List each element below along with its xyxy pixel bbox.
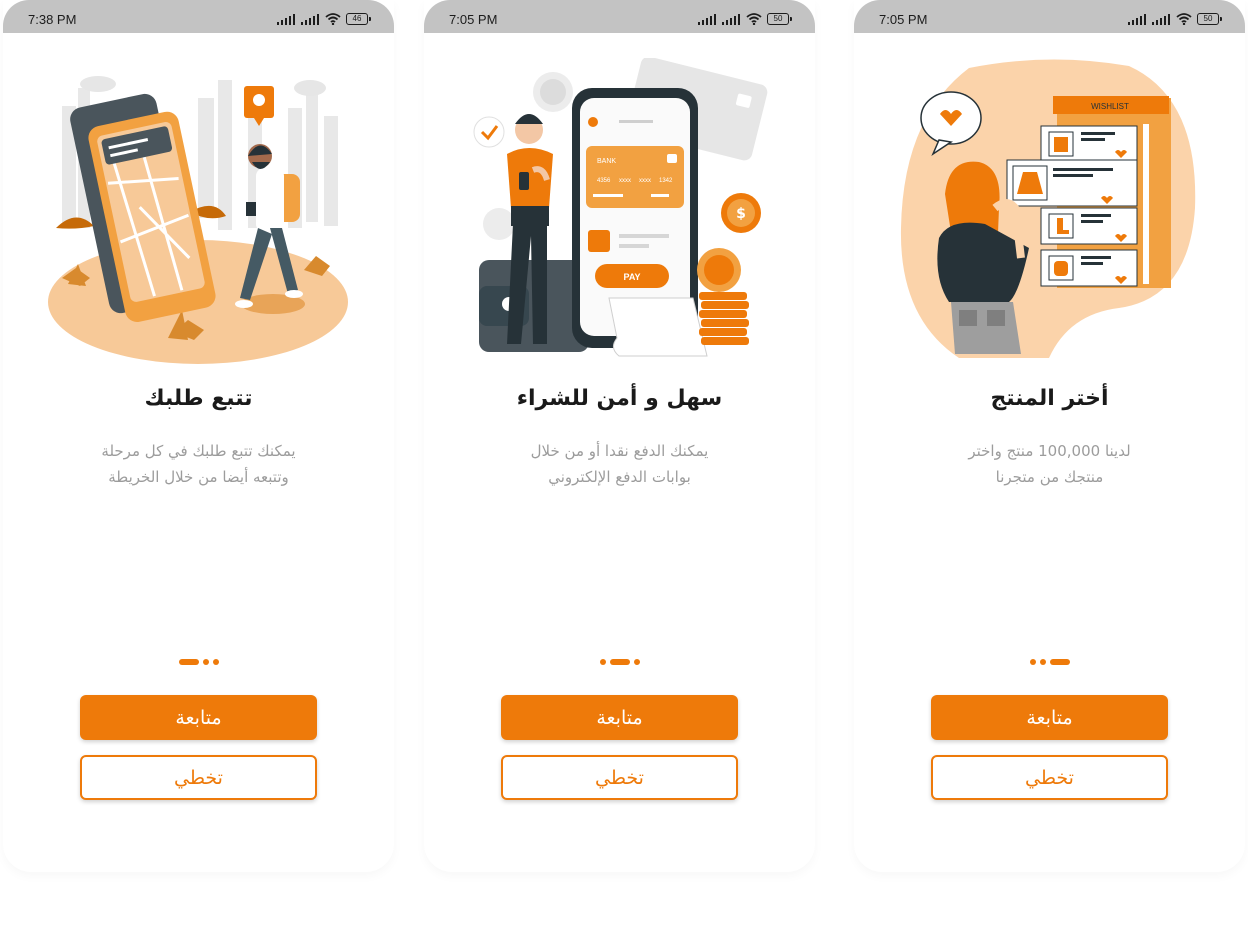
onboarding-screen-track-order: 7:38 PM 46 تتبع طلبك يمكنك تتبع طلبك في … xyxy=(3,0,394,872)
signal-icon xyxy=(301,13,319,25)
card-number: xxxx xyxy=(639,178,651,184)
description-line: يمكنك تتبع طلبك في كل مرحلة xyxy=(101,442,296,460)
wifi-icon xyxy=(746,13,762,25)
signal-icon xyxy=(1152,13,1170,25)
description-line: يمكنك الدفع نقدا أو من خلال xyxy=(530,442,709,460)
wishlist-illustration: WISHLIST xyxy=(900,59,1196,358)
skip-button[interactable]: تخطي xyxy=(931,755,1168,800)
description-line: بوابات الدفع الإلكتروني xyxy=(548,468,691,486)
system-icons: 50 xyxy=(698,12,792,26)
screen-description: لدينا 100,000 منتج واختر منتجك من متجرنا xyxy=(894,438,1205,490)
continue-button[interactable]: متابعة xyxy=(80,695,317,740)
pay-button-label: PAY xyxy=(623,272,640,282)
onboarding-screen-secure-payment: 7:05 PM 50 BANK 4356 xxxx xxxx 1342 PAY … xyxy=(424,0,815,872)
page-dot xyxy=(202,659,209,665)
skip-button[interactable]: تخطي xyxy=(80,755,317,800)
description-line: لدينا 100,000 منتج واختر xyxy=(968,442,1131,460)
signal-icon xyxy=(277,13,295,25)
system-icons: 46 xyxy=(277,12,371,26)
description-line: وتتبعه أيضا من خلال الخريطة xyxy=(108,468,289,486)
continue-button[interactable]: متابعة xyxy=(501,695,738,740)
status-time: 7:05 PM xyxy=(449,12,498,27)
battery-icon: 46 xyxy=(346,13,371,25)
skip-button[interactable]: تخطي xyxy=(501,755,738,800)
battery-icon: 50 xyxy=(1197,13,1222,25)
card-bank-label: BANK xyxy=(597,158,616,165)
svg-text:$: $ xyxy=(736,206,746,222)
screen-title: أختر المنتج xyxy=(990,386,1109,411)
screen-title: تتبع طلبك xyxy=(144,386,253,411)
status-time: 7:05 PM xyxy=(879,12,928,27)
signal-icon xyxy=(722,13,740,25)
continue-button[interactable]: متابعة xyxy=(931,695,1168,740)
status-bar: 7:38 PM 46 xyxy=(3,0,394,33)
page-dot xyxy=(1029,659,1036,665)
screen-description: يمكنك الدفع نقدا أو من خلال بوابات الدفع… xyxy=(464,438,775,490)
card-number: 1342 xyxy=(659,178,673,184)
status-bar: 7:05 PM 50 xyxy=(424,0,815,33)
battery-icon: 50 xyxy=(767,13,792,25)
card-number: xxxx xyxy=(619,178,631,184)
page-dot-active xyxy=(1049,659,1070,665)
page-dot xyxy=(1039,659,1046,665)
signal-icon xyxy=(698,13,716,25)
secure-payment-illustration: BANK 4356 xxxx xxxx 1342 PAY $ xyxy=(473,58,768,357)
card-number: 4356 xyxy=(597,178,611,184)
page-dot-active xyxy=(609,659,630,665)
page-dot xyxy=(633,659,640,665)
screen-description: يمكنك تتبع طلبك في كل مرحلة وتتبعه أيضا … xyxy=(43,438,354,490)
signal-icon xyxy=(1128,13,1146,25)
order-tracking-illustration xyxy=(48,76,348,364)
screen-title: سهل و أمن للشراء xyxy=(516,386,723,411)
onboarding-screen-choose-product: 7:05 PM 50 WISHLIST أختر المنتج لدينا 10… xyxy=(854,0,1245,872)
status-bar: 7:05 PM 50 xyxy=(854,0,1245,33)
page-indicator xyxy=(854,659,1245,665)
description-line: منتجك من متجرنا xyxy=(995,468,1104,486)
page-indicator xyxy=(424,659,815,665)
page-dot-active xyxy=(178,659,199,665)
system-icons: 50 xyxy=(1128,12,1222,26)
wifi-icon xyxy=(1176,13,1192,25)
page-indicator xyxy=(3,659,394,665)
wifi-icon xyxy=(325,13,341,25)
status-time: 7:38 PM xyxy=(28,12,77,27)
wishlist-label: WISHLIST xyxy=(1091,102,1129,111)
page-dot xyxy=(212,659,219,665)
page-dot xyxy=(599,659,606,665)
